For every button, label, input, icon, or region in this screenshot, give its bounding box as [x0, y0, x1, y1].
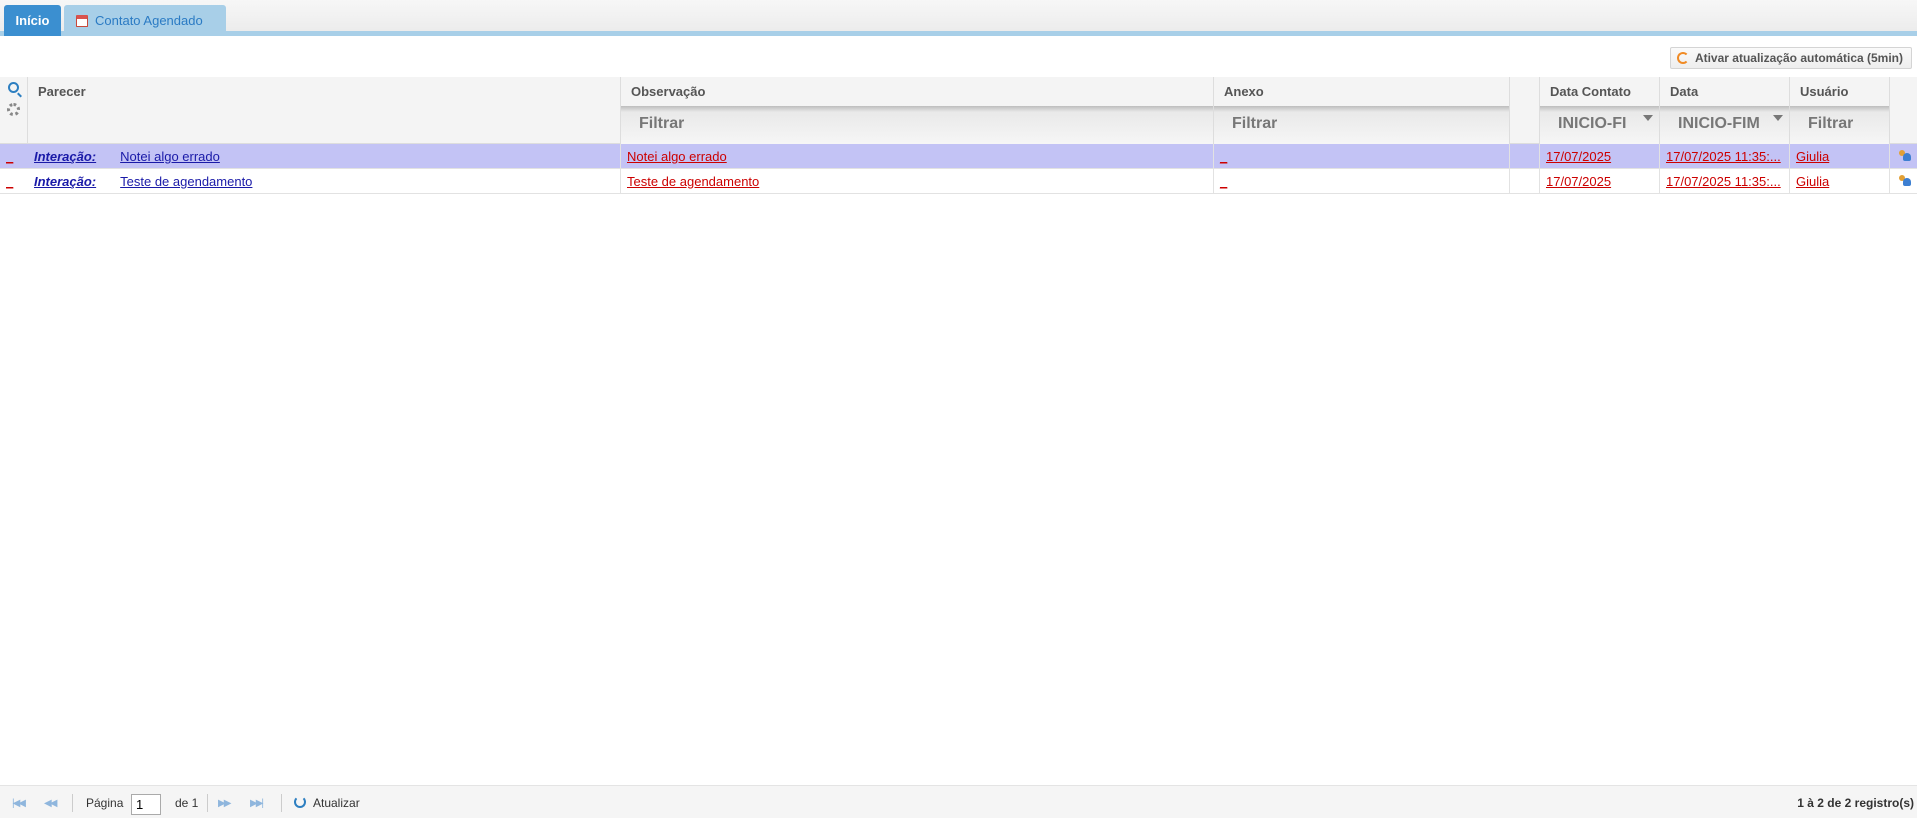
- tab-inicio[interactable]: Início: [4, 5, 61, 36]
- col-header-empty: [1510, 77, 1540, 144]
- row-link[interactable]: _: [6, 144, 28, 169]
- refresh-icon[interactable]: [294, 796, 306, 808]
- col-header-observacao[interactable]: Observação Filtrar: [621, 77, 1214, 144]
- table-row[interactable]: _ Interação: Teste de agendamento Teste d…: [0, 169, 1917, 194]
- parecer-label: Interação:: [34, 149, 97, 164]
- chevron-down-icon[interactable]: [1643, 115, 1653, 121]
- row-data-contato[interactable]: 17/07/2025: [1540, 169, 1660, 194]
- tab-bar: Início Contato Agendado: [0, 0, 1917, 36]
- row-observacao[interactable]: Teste de agendamento: [621, 169, 1214, 194]
- last-page-icon[interactable]: ▶▶|: [250, 798, 264, 809]
- gear-icon[interactable]: [7, 103, 20, 116]
- row-empty: [1510, 169, 1540, 194]
- col-header-anexo[interactable]: Anexo Filtrar: [1214, 77, 1510, 144]
- filter-data-contato[interactable]: INICIO-FI: [1540, 106, 1659, 144]
- page-of-label: de 1: [175, 796, 199, 810]
- filter-observacao-text: Filtrar: [639, 115, 685, 132]
- col-title-observacao: Observação: [631, 84, 706, 99]
- divider: [72, 794, 73, 812]
- col-header-data[interactable]: Data INICIO-FIM: [1660, 77, 1790, 144]
- row-data-contato[interactable]: 17/07/2025: [1540, 144, 1660, 169]
- calendar-icon: [76, 14, 88, 27]
- tab-contato-agendado[interactable]: Contato Agendado: [64, 5, 226, 36]
- row-anexo[interactable]: _: [1214, 144, 1510, 169]
- divider: [207, 794, 208, 812]
- row-link[interactable]: _: [6, 169, 28, 194]
- auto-refresh-button[interactable]: Ativar atualização automática (5min): [1669, 47, 1912, 69]
- row-anexo[interactable]: _: [1214, 169, 1510, 194]
- filter-anexo-text: Filtrar: [1232, 115, 1278, 132]
- col-header-parecer[interactable]: Parecer: [28, 77, 621, 144]
- users-icon[interactable]: [1898, 150, 1911, 162]
- refresh-icon: [1676, 52, 1689, 64]
- filter-observacao[interactable]: Filtrar: [621, 106, 1213, 144]
- tab-inicio-label: Início: [15, 13, 50, 28]
- refresh-button[interactable]: Atualizar: [313, 796, 360, 810]
- prev-page-icon[interactable]: ◀◀: [44, 798, 57, 809]
- col-title-data: Data: [1670, 84, 1699, 99]
- row-data[interactable]: 17/07/2025 11:35:...: [1660, 169, 1790, 194]
- col-title-anexo: Anexo: [1224, 84, 1264, 99]
- record-count: 1 à 2 de 2 registro(s): [1797, 796, 1914, 810]
- parecer-label: Interação:: [34, 174, 97, 189]
- filter-usuario[interactable]: Filtrar: [1790, 106, 1889, 144]
- table-row[interactable]: _ Interação: Notei algo errado Notei algo…: [0, 144, 1917, 169]
- parecer-text: Teste de agendamento: [120, 174, 253, 189]
- row-parecer[interactable]: Interação: Teste de agendamento: [28, 169, 621, 194]
- col-title-data-contato: Data Contato: [1550, 84, 1631, 99]
- first-page-icon[interactable]: |◀◀: [12, 798, 26, 809]
- auto-refresh-label: Ativar atualização automática (5min): [1694, 51, 1903, 65]
- page-input[interactable]: [131, 794, 161, 815]
- row-empty: [1510, 144, 1540, 169]
- col-title-parecer: Parecer: [38, 84, 86, 99]
- row-observacao[interactable]: Notei algo errado: [621, 144, 1214, 169]
- col-header-data-contato[interactable]: Data Contato INICIO-FI: [1540, 77, 1660, 144]
- col-header-usuario[interactable]: Usuário Filtrar: [1790, 77, 1890, 144]
- grid-side-tools: [0, 77, 28, 144]
- divider: [281, 794, 282, 812]
- row-data[interactable]: 17/07/2025 11:35:...: [1660, 144, 1790, 169]
- parecer-text: Notei algo errado: [120, 149, 220, 164]
- page-label: Página: [86, 796, 124, 810]
- col-title-usuario: Usuário: [1800, 84, 1849, 99]
- filter-data-contato-text: INICIO-FI: [1558, 115, 1627, 132]
- filter-anexo[interactable]: Filtrar: [1214, 106, 1509, 144]
- row-parecer[interactable]: Interação: Notei algo errado: [28, 144, 621, 169]
- tab-contato-label: Contato Agendado: [95, 13, 203, 28]
- users-icon[interactable]: [1898, 175, 1911, 187]
- filter-usuario-text: Filtrar: [1808, 115, 1854, 132]
- col-header-actions: [1890, 77, 1917, 144]
- chevron-down-icon[interactable]: [1773, 115, 1783, 121]
- filter-data-text: INICIO-FIM: [1678, 115, 1760, 132]
- search-icon[interactable]: [8, 82, 19, 93]
- pager-footer: |◀◀ ◀◀ Página de 1 ▶▶ ▶▶| Atualizar 1 à …: [0, 785, 1917, 818]
- row-usuario[interactable]: Giulia: [1790, 144, 1890, 169]
- row-usuario[interactable]: Giulia: [1790, 169, 1890, 194]
- next-page-icon[interactable]: ▶▶: [218, 798, 231, 809]
- filter-data[interactable]: INICIO-FIM: [1660, 106, 1789, 144]
